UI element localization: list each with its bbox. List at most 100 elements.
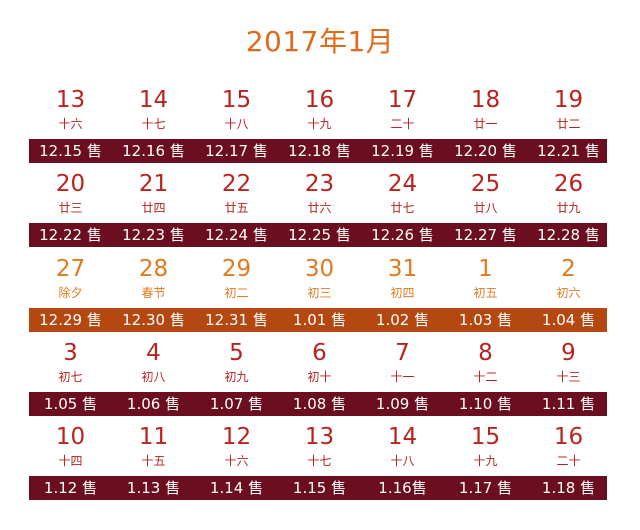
presale-date-label: 12.16 售 <box>122 142 185 160</box>
presale-date-label: 1.07 售 <box>209 395 264 413</box>
day-number: 14 <box>387 424 418 450</box>
presale-date-label: 1.15 售 <box>292 479 347 497</box>
calendar-day[interactable]: 25 廿八 <box>444 169 527 223</box>
day-number: 21 <box>138 171 169 197</box>
presale-date-label: 1.03 售 <box>458 311 513 329</box>
calendar-week: 13 十六 14 十七 15 十八 16 十九 17 二十 18 廿一 19 廿二 12.15 售 12.16… <box>29 85 607 167</box>
calendar-day[interactable]: 22 廿五 <box>195 169 278 223</box>
calendar-day[interactable]: 29 初二 <box>195 254 278 308</box>
lunar-date: 初二 <box>224 286 249 300</box>
presale-date-label: 1.12 售 <box>43 479 98 497</box>
lunar-date: 十九 <box>473 454 498 468</box>
calendar-day[interactable]: 30 初三 <box>278 254 361 308</box>
calendar-week: 20 廿三 21 廿四 22 廿五 23 廿六 24 廿七 25 廿八 26 廿九 12.22 售 12.23… <box>29 169 607 251</box>
day-number: 5 <box>229 340 244 366</box>
day-number: 29 <box>221 256 252 282</box>
presale-date-label: 1.13 售 <box>126 479 181 497</box>
presale-date-bar: 1.12 售 1.13 售 1.14 售 1.15 售 1.16售 1.17 售 1.18 … <box>29 476 607 500</box>
lunar-date: 十八 <box>390 454 415 468</box>
presale-date-label: 1.16售 <box>378 479 427 497</box>
day-number: 24 <box>387 171 418 197</box>
calendar-day[interactable]: 28 春节 <box>112 254 195 308</box>
day-number: 6 <box>312 340 327 366</box>
calendar-day[interactable]: 7 十一 <box>361 338 444 392</box>
calendar-day[interactable]: 19 廿二 <box>527 85 610 139</box>
lunar-date: 除夕 <box>58 286 83 300</box>
presale-date-label: 12.20 售 <box>454 142 517 160</box>
presale-date-label: 12.23 售 <box>122 226 185 244</box>
calendar-day[interactable]: 13 十六 <box>29 85 112 139</box>
day-number: 16 <box>304 87 335 113</box>
day-number: 9 <box>561 340 576 366</box>
lunar-date: 二十 <box>556 454 581 468</box>
presale-date-bar: 12.29 售 12.30 售 12.31 售 1.01 售 1.02 售 1.03 售 1… <box>29 308 607 332</box>
calendar-day[interactable]: 18 廿一 <box>444 85 527 139</box>
calendar-day[interactable]: 3 初七 <box>29 338 112 392</box>
day-number: 7 <box>395 340 410 366</box>
lunar-date: 廿七 <box>390 201 415 215</box>
presale-date-label: 12.19 售 <box>371 142 434 160</box>
day-number: 4 <box>146 340 161 366</box>
presale-date-label: 12.18 售 <box>288 142 351 160</box>
calendar-day[interactable]: 17 二十 <box>361 85 444 139</box>
calendar-day[interactable]: 4 初八 <box>112 338 195 392</box>
lunar-date: 十八 <box>224 117 249 131</box>
calendar-day[interactable]: 5 初九 <box>195 338 278 392</box>
day-number: 25 <box>470 171 501 197</box>
day-number: 26 <box>553 171 584 197</box>
lunar-date: 十六 <box>58 117 83 131</box>
calendar-day[interactable]: 15 十八 <box>195 85 278 139</box>
day-number: 13 <box>55 87 86 113</box>
calendar-day[interactable]: 13 十七 <box>278 422 361 476</box>
presale-date-label: 1.05 售 <box>43 395 98 413</box>
lunar-date: 初五 <box>473 286 498 300</box>
calendar-day[interactable]: 27 除夕 <box>29 254 112 308</box>
calendar-day[interactable]: 23 廿六 <box>278 169 361 223</box>
calendar-day[interactable]: 8 十二 <box>444 338 527 392</box>
calendar-day[interactable]: 26 廿九 <box>527 169 610 223</box>
presale-date-bar: 1.05 售 1.06 售 1.07 售 1.08 售 1.09 售 1.10 售 1.11… <box>29 392 607 416</box>
lunar-date: 廿八 <box>473 201 498 215</box>
presale-date-label: 1.09 售 <box>375 395 430 413</box>
calendar-day[interactable]: 16 二十 <box>527 422 610 476</box>
day-number: 14 <box>138 87 169 113</box>
presale-date-label: 12.31 售 <box>205 311 268 329</box>
day-number: 20 <box>55 171 86 197</box>
calendar-day[interactable]: 21 廿四 <box>112 169 195 223</box>
calendar-day[interactable]: 11 十五 <box>112 422 195 476</box>
calendar-day[interactable]: 14 十八 <box>361 422 444 476</box>
day-number: 2 <box>561 256 576 282</box>
lunar-date: 十五 <box>141 454 166 468</box>
calendar-day[interactable]: 20 廿三 <box>29 169 112 223</box>
presale-date-label: 1.14 售 <box>209 479 264 497</box>
calendar-day[interactable]: 14 十七 <box>112 85 195 139</box>
lunar-date: 初九 <box>224 370 249 384</box>
calendar-week: 27 除夕 28 春节 29 初二 30 初三 31 初四 1 初五 2 初六 12.29 售 12.30 售… <box>29 254 607 336</box>
day-number: 23 <box>304 171 335 197</box>
day-number: 15 <box>221 87 252 113</box>
lunar-date: 廿五 <box>224 201 249 215</box>
calendar-day[interactable]: 10 十四 <box>29 422 112 476</box>
calendar-day[interactable]: 9 十三 <box>527 338 610 392</box>
day-number: 18 <box>470 87 501 113</box>
calendar-day[interactable]: 15 十九 <box>444 422 527 476</box>
lunar-date: 十一 <box>390 370 415 384</box>
lunar-date: 初三 <box>307 286 332 300</box>
lunar-date: 十六 <box>224 454 249 468</box>
presale-date-label: 1.10 售 <box>458 395 513 413</box>
day-number: 8 <box>478 340 493 366</box>
calendar-day[interactable]: 16 十九 <box>278 85 361 139</box>
calendar-day[interactable]: 2 初六 <box>527 254 610 308</box>
day-number: 30 <box>304 256 335 282</box>
calendar-day[interactable]: 12 十六 <box>195 422 278 476</box>
presale-date-label: 1.04 售 <box>541 311 596 329</box>
calendar-day[interactable]: 1 初五 <box>444 254 527 308</box>
presale-date-label: 1.06 售 <box>126 395 181 413</box>
day-number: 10 <box>55 424 86 450</box>
presale-date-label: 12.21 售 <box>537 142 600 160</box>
presale-date-bar: 12.15 售 12.16 售 12.17 售 12.18 售 12.19 售 12.20… <box>29 139 607 163</box>
calendar-day[interactable]: 24 廿七 <box>361 169 444 223</box>
calendar-day[interactable]: 31 初四 <box>361 254 444 308</box>
calendar-day[interactable]: 6 初十 <box>278 338 361 392</box>
presale-date-label: 12.24 售 <box>205 226 268 244</box>
